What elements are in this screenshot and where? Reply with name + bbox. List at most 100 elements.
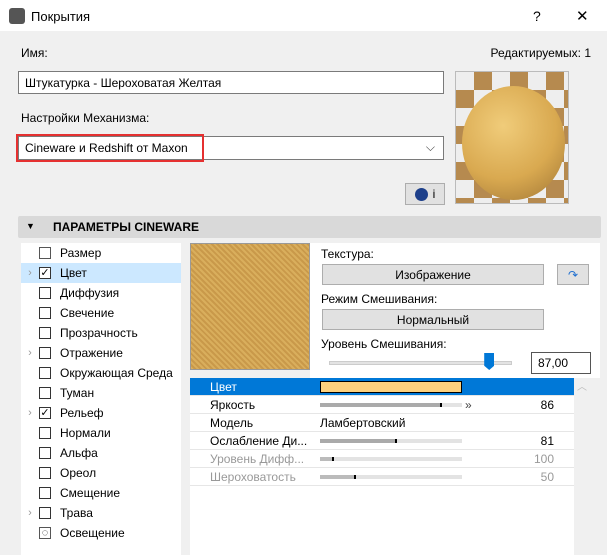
tree-item[interactable]: Туман <box>21 383 181 403</box>
checkbox[interactable] <box>39 287 51 299</box>
blend-level-value: 87,00 <box>538 356 569 370</box>
property-value: 50 <box>540 469 554 484</box>
property-label: Шероховатость <box>210 469 296 484</box>
name-label: Имя: <box>21 46 48 60</box>
tree-item[interactable]: › ✓ Цвет <box>21 263 181 283</box>
tree-item-label: Нормали <box>60 426 111 440</box>
app-icon <box>9 8 25 24</box>
blend-mode-button-label: Нормальный <box>396 312 470 327</box>
property-label: Яркость <box>210 397 256 412</box>
scrollbar[interactable]: ︿ <box>574 378 590 555</box>
tree-item-label: Рельеф <box>60 406 104 420</box>
material-preview <box>455 71 569 204</box>
texture-button[interactable]: Изображение <box>322 264 544 285</box>
tree-item[interactable]: › Трава <box>21 503 181 523</box>
blend-level-slider[interactable] <box>329 353 512 370</box>
tree-item-label: Трава <box>60 506 93 520</box>
property-row[interactable]: Модель Ламбертовский <box>190 414 574 432</box>
tree-item[interactable]: Прозрачность <box>21 323 181 343</box>
property-value: 100 <box>533 451 554 466</box>
color-swatch[interactable] <box>320 381 462 393</box>
checkbox[interactable]: ✓ <box>39 267 51 279</box>
lighting-icon: ◌ <box>39 527 51 539</box>
checkbox[interactable] <box>39 447 51 459</box>
tree-item[interactable]: Нормали <box>21 423 181 443</box>
property-row[interactable]: Цвет <box>190 378 574 396</box>
tree-item[interactable]: › Отражение <box>21 343 181 363</box>
name-value: Штукатурка - Шероховатая Желтая <box>25 75 222 90</box>
cineware-logo-icon <box>414 187 428 201</box>
property-slider[interactable] <box>320 402 462 407</box>
tree-item[interactable]: Диффузия <box>21 283 181 303</box>
window-title: Покрытия <box>31 9 91 24</box>
tree-item[interactable]: Ореол <box>21 463 181 483</box>
tree-item[interactable]: Размер <box>21 243 181 263</box>
tree-item-label: Туман <box>60 386 95 400</box>
tree-item-label: Диффузия <box>60 286 120 300</box>
property-label: Уровень Дифф... <box>210 451 305 466</box>
tree-item[interactable]: › ✓ Рельеф <box>21 403 181 423</box>
tree-item[interactable]: ◌ Освещение <box>21 523 181 543</box>
texture-label: Текстура: <box>321 247 374 261</box>
expand-arrow-icon[interactable]: › <box>21 347 39 359</box>
tree-item[interactable]: Окружающая Среда <box>21 363 181 383</box>
tree-item-label: Свечение <box>60 306 115 320</box>
checkbox[interactable] <box>39 387 51 399</box>
blend-mode-label: Режим Смешивания: <box>321 292 438 306</box>
checkbox[interactable] <box>39 327 51 339</box>
engine-label: Настройки Механизма: <box>21 111 150 125</box>
tree-item-label: Окружающая Среда <box>60 366 173 380</box>
property-label: Модель <box>210 415 254 430</box>
chevron-down-icon: ⌵ <box>425 140 435 154</box>
tree-item-label: Альфа <box>60 446 98 460</box>
section-title: ПАРАМЕТРЫ CINEWARE <box>53 220 199 234</box>
tree-item-label: Ореол <box>60 466 97 480</box>
property-slider[interactable] <box>320 474 462 479</box>
tree-item-label: Цвет <box>60 266 87 280</box>
property-slider[interactable] <box>320 456 462 461</box>
blend-mode-button[interactable]: Нормальный <box>322 309 544 330</box>
expand-arrow-icon[interactable]: › <box>21 267 39 279</box>
scroll-up-icon[interactable]: ︿ <box>577 378 587 393</box>
name-input[interactable]: Штукатурка - Шероховатая Желтая <box>18 71 444 94</box>
tree-item[interactable]: Свечение <box>21 303 181 323</box>
tree-item-label: Размер <box>60 246 102 260</box>
load-texture-icon[interactable]: ↷ <box>557 264 589 285</box>
channel-tree: Размер › ✓ Цвет Диффузия Свечение Прозрачность… <box>21 243 181 555</box>
checkbox[interactable] <box>39 467 51 479</box>
property-label: Цвет <box>210 379 237 394</box>
texture-button-label: Изображение <box>395 267 471 282</box>
help-button[interactable]: ? <box>533 8 541 24</box>
keyframe-icon[interactable]: » <box>465 398 472 412</box>
checkbox[interactable] <box>39 507 51 519</box>
checkbox[interactable] <box>39 307 51 319</box>
checkbox[interactable]: ✓ <box>39 407 51 419</box>
checkbox[interactable] <box>39 347 51 359</box>
checkbox[interactable] <box>39 487 51 499</box>
property-row[interactable]: Ослабление Ди... 81 <box>190 432 574 450</box>
blend-level-label: Уровень Смешивания: <box>321 337 447 351</box>
property-row[interactable]: Шероховатость 50 <box>190 468 574 486</box>
texture-thumbnail[interactable] <box>190 243 310 370</box>
close-button[interactable]: ✕ <box>576 7 589 25</box>
cineware-info-button[interactable]: i <box>405 183 445 205</box>
checkbox[interactable] <box>39 427 51 439</box>
tree-item[interactable]: Смещение <box>21 483 181 503</box>
editable-count: Редактируемых: 1 <box>490 46 591 60</box>
property-table: Цвет Яркость 86 » Модель Ламбертовский Ослабле… <box>190 378 574 555</box>
tree-item[interactable]: Альфа <box>21 443 181 463</box>
property-slider[interactable] <box>320 438 462 443</box>
property-text: Ламбертовский <box>320 415 406 430</box>
property-value: 81 <box>540 433 554 448</box>
property-row[interactable]: Уровень Дифф... 100 <box>190 450 574 468</box>
checkbox[interactable] <box>39 367 51 379</box>
blend-level-input[interactable]: 87,00 <box>531 352 591 374</box>
info-label: i <box>432 187 436 201</box>
expand-arrow-icon[interactable]: › <box>21 507 39 519</box>
property-row[interactable]: Яркость 86 » <box>190 396 574 414</box>
property-value: 86 <box>540 397 554 412</box>
tree-item-label: Освещение <box>60 526 125 540</box>
section-header[interactable]: ▼ ПАРАМЕТРЫ CINEWARE <box>18 216 601 238</box>
collapse-icon: ▼ <box>26 221 35 231</box>
expand-arrow-icon[interactable]: › <box>21 407 39 419</box>
